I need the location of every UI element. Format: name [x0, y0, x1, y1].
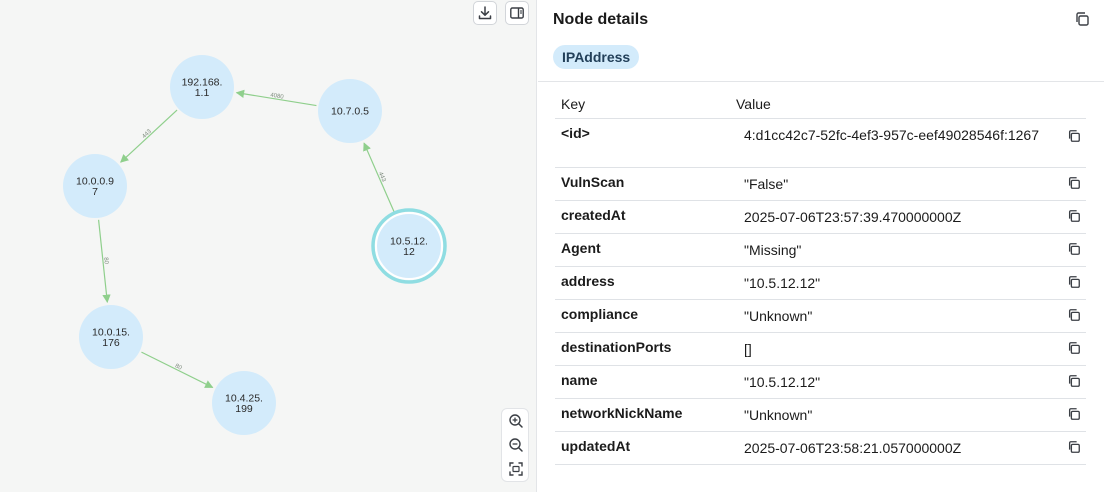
copy-icon [1068, 243, 1080, 255]
property-value: "10.5.12.12" [744, 374, 821, 390]
property-row: VulnScan "False" [555, 168, 1086, 201]
graph-edge[interactable]: 4080 [235, 89, 317, 107]
property-key: Agent [561, 240, 601, 256]
panel-title: Node details [553, 11, 649, 28]
edge-label: 80 [102, 257, 109, 265]
column-header-key: Key [561, 96, 586, 112]
property-row: destinationPorts [] [555, 333, 1086, 366]
copy-icon [1068, 130, 1080, 142]
property-value: "10.5.12.12" [744, 275, 821, 291]
fit-view-button[interactable] [505, 458, 527, 480]
edge-label: 443 [377, 171, 387, 183]
graph-canvas[interactable]: 4080 443 443 80 80 192.168. 1.1 10.7.0.5 10.0.0… [0, 0, 537, 492]
node-label: 1.1 [195, 87, 210, 99]
graph-svg[interactable]: 4080 443 443 80 80 192.168.1.1 10.7.0.5 10.0.0… [0, 0, 537, 492]
copy-value-button[interactable] [1067, 176, 1081, 190]
property-value: 4:d1cc42c7-52fc-4ef3-957c-eef49028546f:1… [744, 127, 1039, 143]
property-key: address [561, 273, 615, 289]
copy-value-button[interactable] [1067, 242, 1081, 256]
property-value: 2025-07-06T23:58:21.057000000Z [744, 440, 962, 456]
node-label: 10.7.0.5 [331, 106, 369, 118]
copy-value-button[interactable] [1067, 129, 1081, 143]
property-value: "Missing" [744, 242, 802, 258]
copy-icon [1068, 408, 1080, 420]
divider [538, 81, 1104, 82]
property-row: compliance "Unknown" [555, 300, 1086, 333]
graph-node[interactable]: 10.4.25.199 [212, 371, 276, 435]
property-key: VulnScan [561, 174, 625, 190]
properties-table: Key Value <id> 4:d1cc42c7-52fc-4ef3-957c-… [555, 92, 1086, 465]
property-row: name "10.5.12.12" [555, 366, 1086, 399]
graph-edge[interactable]: 80 [97, 219, 111, 304]
edge-label: 80 [174, 363, 183, 372]
node-label: 7 [92, 186, 98, 198]
copy-icon [1068, 342, 1080, 354]
property-row: Agent "Missing" [555, 234, 1086, 267]
property-key: networkNickName [561, 405, 683, 421]
panel-toggle-button[interactable] [505, 1, 529, 25]
property-value: 2025-07-06T23:57:39.470000000Z [744, 209, 962, 225]
download-icon [478, 6, 492, 20]
nodes-layer: 192.168.1.1 10.7.0.5 10.0.0.97 10.5.12.12 10… [63, 55, 447, 435]
edge-label: 443 [141, 128, 153, 140]
fit-view-icon [509, 462, 523, 476]
panel-toggle-icon [510, 7, 524, 19]
zoom-out-icon [509, 438, 523, 452]
zoom-in-icon [509, 414, 523, 428]
graph-node[interactable]: 10.0.15.176 [79, 305, 143, 369]
copy-value-button[interactable] [1067, 209, 1081, 223]
node-details-panel: Node details IPAddress Key Value <id> 4:d… [538, 0, 1106, 492]
graph-node-selected[interactable]: 10.5.12.12 [371, 208, 447, 284]
copy-icon [1076, 12, 1089, 26]
copy-value-button[interactable] [1067, 341, 1081, 355]
copy-icon [1068, 276, 1080, 288]
graph-edge[interactable]: 80 [141, 351, 214, 388]
table-header: Key Value [555, 92, 1086, 119]
zoom-controls [501, 408, 529, 482]
property-key: createdAt [561, 207, 626, 223]
copy-icon [1068, 441, 1080, 453]
copy-value-button[interactable] [1067, 407, 1081, 421]
copy-value-button[interactable] [1067, 308, 1081, 322]
table-body: <id> 4:d1cc42c7-52fc-4ef3-957c-eef4902854… [555, 119, 1086, 465]
graph-node[interactable]: 192.168.1.1 [170, 55, 234, 119]
property-value: "Unknown" [744, 407, 813, 423]
graph-edge[interactable]: 443 [363, 142, 396, 214]
zoom-out-button[interactable] [505, 434, 527, 456]
copy-value-button[interactable] [1067, 275, 1081, 289]
property-row: networkNickName "Unknown" [555, 399, 1086, 432]
copy-icon [1068, 177, 1080, 189]
graph-node[interactable]: 10.0.0.97 [63, 154, 127, 218]
property-row: createdAt 2025-07-06T23:57:39.470000000Z [555, 201, 1086, 234]
property-value: "Unknown" [744, 308, 813, 324]
property-key: updatedAt [561, 438, 631, 454]
graph-node[interactable]: 10.7.0.5 [318, 79, 382, 143]
property-key: name [561, 372, 598, 388]
node-label: 12 [403, 246, 415, 258]
property-key: destinationPorts [561, 339, 672, 355]
node-label-chip[interactable]: IPAddress [553, 45, 640, 69]
edge-label: 4080 [270, 93, 285, 101]
zoom-in-button[interactable] [505, 410, 527, 432]
node-label: 176 [102, 337, 120, 349]
column-header-value: Value [736, 96, 771, 112]
download-button[interactable] [473, 1, 497, 25]
copy-icon [1068, 309, 1080, 321]
property-value: [] [744, 341, 752, 357]
property-row: address "10.5.12.12" [555, 267, 1086, 300]
node-label: 199 [235, 403, 253, 415]
property-row: <id> 4:d1cc42c7-52fc-4ef3-957c-eef4902854… [555, 119, 1086, 168]
copy-all-button[interactable] [1074, 11, 1090, 27]
property-value: "False" [744, 176, 789, 192]
copy-icon [1068, 210, 1080, 222]
graph-edge[interactable]: 443 [120, 109, 178, 163]
property-key: <id> [561, 125, 590, 141]
property-row: updatedAt 2025-07-06T23:58:21.057000000Z [555, 432, 1086, 465]
property-key: compliance [561, 306, 639, 322]
copy-value-button[interactable] [1067, 440, 1081, 454]
copy-value-button[interactable] [1067, 374, 1081, 388]
copy-icon [1068, 375, 1080, 387]
